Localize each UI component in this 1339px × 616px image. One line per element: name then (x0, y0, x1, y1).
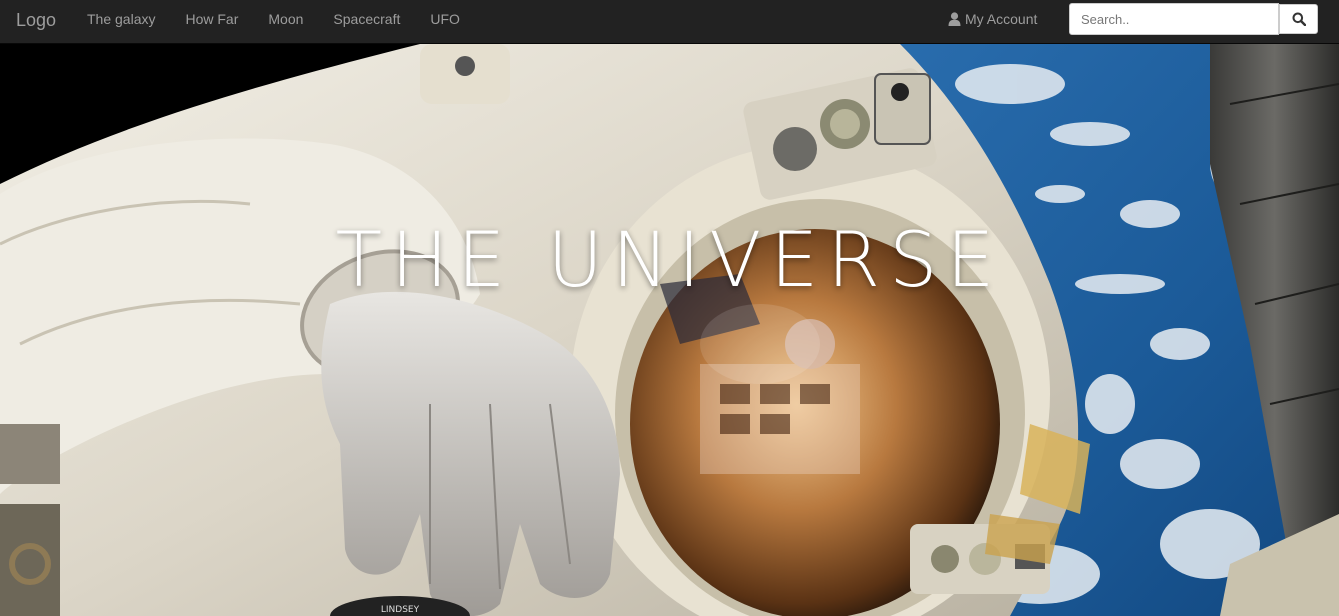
patch-text: LINDSEY (381, 605, 420, 615)
nav-link-moon[interactable]: Moon (253, 0, 318, 44)
hero-title: THE UNIVERSE (335, 215, 1004, 304)
nav-link-how-far[interactable]: How Far (170, 0, 253, 44)
astronaut-photo: LINDSEY (0, 44, 1339, 616)
my-account-label: My Account (965, 11, 1038, 27)
search-icon (1292, 12, 1306, 26)
nav-link-spacecraft[interactable]: Spacecraft (318, 0, 415, 44)
top-navbar: Logo The galaxy How Far Moon Spacecraft … (0, 0, 1339, 44)
my-account-link[interactable]: My Account (948, 0, 1037, 38)
hero-banner: LINDSEY THE UNIVERSE (0, 44, 1339, 616)
nav-links: The galaxy How Far Moon Spacecraft UFO (72, 0, 475, 44)
brand-logo-link[interactable]: Logo (16, 0, 56, 44)
search-input[interactable] (1069, 3, 1279, 35)
nav-link-the-galaxy[interactable]: The galaxy (72, 0, 170, 44)
nav-link-ufo[interactable]: UFO (415, 0, 475, 44)
search-button[interactable] (1279, 4, 1318, 34)
user-icon (948, 12, 961, 26)
